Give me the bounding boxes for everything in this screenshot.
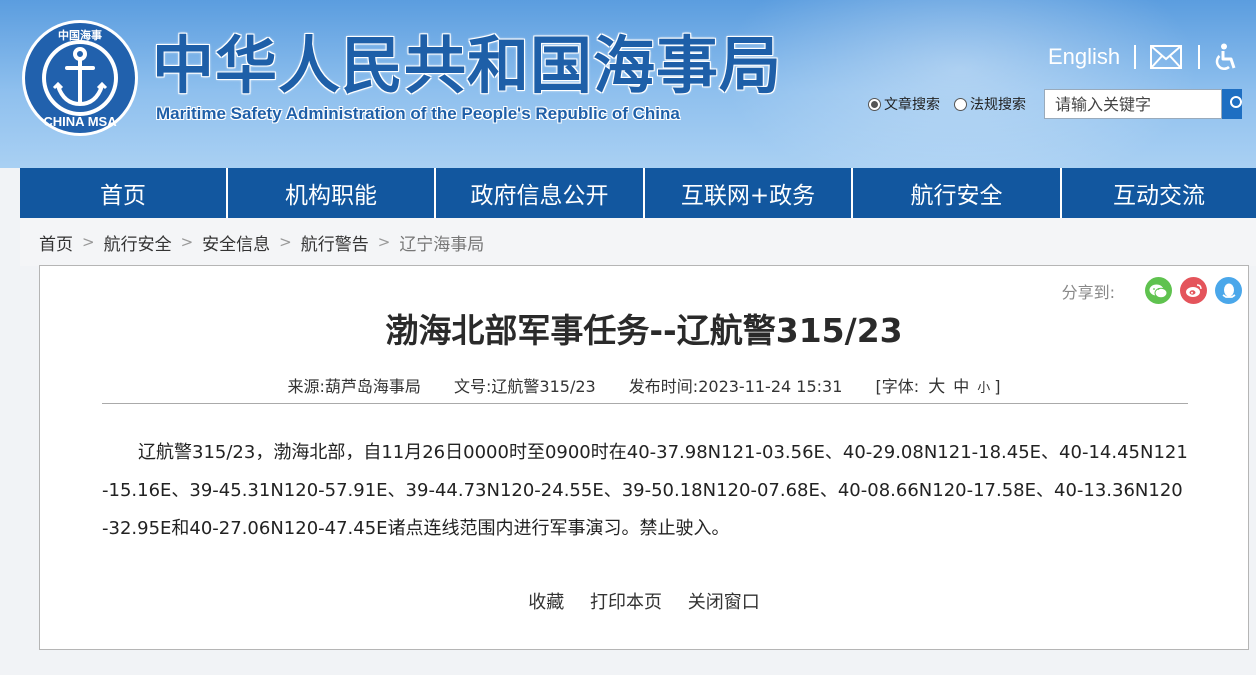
msa-logo[interactable]: CHINA MSA 中国海事 [20, 18, 140, 138]
top-links: English [1048, 40, 1248, 74]
meta-doc-no: 文号:辽航警315/23 [454, 377, 596, 396]
search-input[interactable] [1044, 89, 1222, 119]
search-icon [1230, 96, 1242, 108]
nav-item-home[interactable]: 首页 [20, 168, 226, 218]
meta-source-value: 葫芦岛海事局 [324, 377, 421, 396]
font-size-controls: [字体: 大中小] [875, 377, 1001, 397]
wechat-icon[interactable] [1145, 277, 1172, 304]
breadcrumb-separator: > [279, 233, 292, 251]
meta-doc-no-label: 文号: [454, 377, 492, 396]
radio-dot[interactable] [868, 97, 881, 111]
article-panel: 分享到: 渤海北部军事任务--辽航警315/23 来源:葫芦岛海事局 文号:辽航… [39, 265, 1249, 650]
font-size-medium-button[interactable]: 中 [953, 377, 969, 396]
font-size-small-button[interactable]: 小 [977, 381, 990, 396]
article-actions: 收藏 打印本页 关闭窗口 [40, 588, 1248, 614]
nav-item-functions[interactable]: 机构职能 [228, 168, 434, 218]
meta-source-label: 来源: [287, 377, 325, 396]
radio-label: 文章搜索 [884, 97, 940, 113]
radio-label: 法规搜索 [970, 97, 1026, 113]
main-nav: 首页 机构职能 政府信息公开 互联网+政务 航行安全 互动交流 [20, 168, 1256, 218]
breadcrumb-safety-info[interactable]: 安全信息 [202, 230, 270, 255]
article-search-radio[interactable]: 文章搜索 [868, 94, 940, 114]
font-size-label: [字体: [875, 377, 920, 396]
accessibility-icon[interactable] [1214, 42, 1248, 72]
search-area: 文章搜索 法规搜索 [868, 88, 1242, 120]
font-size-large-button[interactable]: 大 [928, 377, 945, 397]
meta-published-value: 2023-11-24 15:31 [698, 377, 843, 396]
breadcrumb-separator: > [82, 233, 95, 251]
breadcrumb-liaoning-msa[interactable]: 辽宁海事局 [399, 230, 484, 255]
breadcrumb-home[interactable]: 首页 [39, 230, 73, 255]
article-title: 渤海北部军事任务--辽航警315/23 [385, 311, 903, 350]
divider [1134, 45, 1137, 69]
share-bar: 分享到: [1062, 277, 1242, 304]
nav-item-internet-gov[interactable]: 互联网+政务 [645, 168, 851, 218]
breadcrumb-separator: > [180, 233, 194, 251]
logo-english-text: CHINA MSA [43, 114, 117, 129]
meta-published-label: 发布时间: [628, 377, 699, 396]
divider [1198, 45, 1201, 69]
font-size-close: ] [994, 377, 1001, 396]
close-window-button[interactable]: 关闭窗口 [688, 592, 760, 613]
meta-doc-no-value: 辽航警315/23 [491, 377, 596, 396]
radio-dot[interactable] [954, 97, 967, 111]
site-header: CHINA MSA 中国海事 中华人民共和国海事局 Maritime Safet… [0, 0, 1256, 168]
meta-divider [102, 403, 1188, 404]
meta-published: 发布时间:2023-11-24 15:31 [629, 377, 843, 396]
breadcrumb: 首页 > 航行安全 > 安全信息 > 航行警告 > 辽宁海事局 [20, 218, 1256, 266]
print-button[interactable]: 打印本页 [590, 592, 662, 613]
mail-icon[interactable] [1150, 42, 1184, 72]
header-glow [720, 0, 1200, 168]
english-link[interactable]: English [1048, 44, 1120, 70]
article-body: 辽航警315/23，渤海北部，自11月26日0000时至0900时在40-37.… [102, 442, 1188, 539]
site-subtitle: Maritime Safety Administration of the Pe… [156, 104, 680, 123]
site-title: 中华人民共和国海事局 [152, 29, 783, 102]
search-button[interactable] [1222, 89, 1242, 119]
nav-item-gov-info[interactable]: 政府信息公开 [436, 168, 643, 218]
share-label: 分享到: [1061, 282, 1115, 302]
nav-item-interaction[interactable]: 互动交流 [1062, 168, 1256, 218]
breadcrumb-separator: > [377, 233, 391, 251]
nav-item-navigation-safety[interactable]: 航行安全 [853, 168, 1060, 218]
favorite-button[interactable]: 收藏 [528, 592, 564, 613]
breadcrumb-navigation-safety[interactable]: 航行安全 [104, 230, 172, 255]
article-meta: 来源:葫芦岛海事局 文号:辽航警315/23 发布时间:2023-11-24 1… [40, 372, 1248, 397]
law-search-radio[interactable]: 法规搜索 [954, 94, 1026, 114]
logo-chinese-text: 中国海事 [58, 28, 102, 42]
qq-icon[interactable] [1215, 277, 1242, 304]
weibo-icon[interactable] [1180, 277, 1207, 304]
meta-source: 来源:葫芦岛海事局 [287, 377, 420, 396]
breadcrumb-nav-warnings[interactable]: 航行警告 [301, 230, 369, 255]
